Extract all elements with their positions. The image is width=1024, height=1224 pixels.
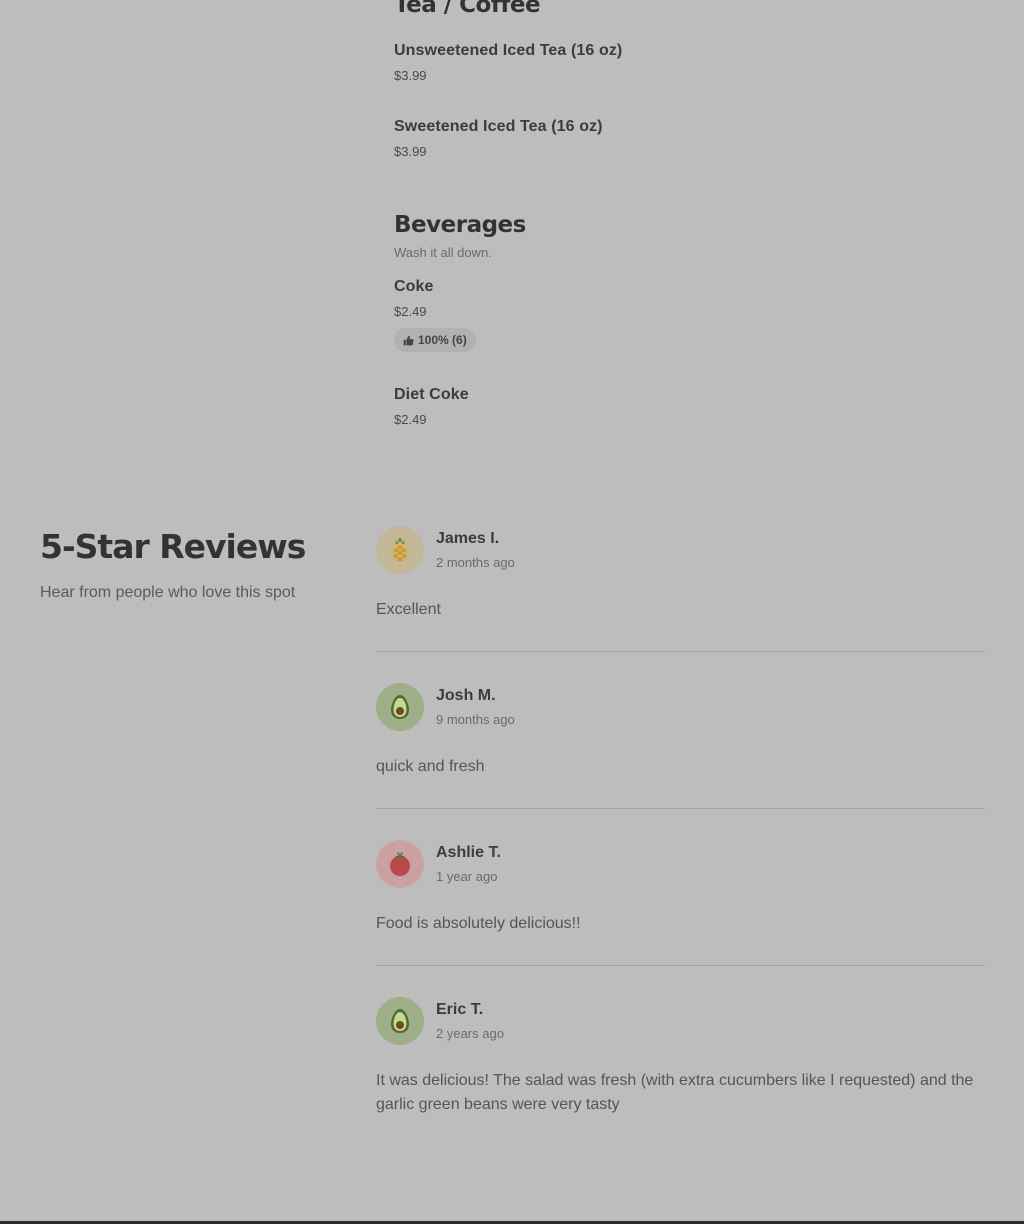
- menu-item-price: $2.49: [394, 412, 427, 427]
- section-subtitle-beverages: Wash it all down.: [394, 245, 492, 260]
- section-title-tea-coffee: Tea / Coffee: [394, 0, 541, 18]
- pineapple-icon: [393, 537, 407, 562]
- menu-item-unsweetened-iced-tea[interactable]: Unsweetened Iced Tea (16 oz) $3.99: [394, 42, 622, 83]
- review-time: 9 months ago: [436, 712, 515, 727]
- menu-item-coke[interactable]: Coke $2.49 100% (6): [394, 278, 476, 352]
- review-text: Excellent: [376, 601, 441, 618]
- menu-item-name: Diet Coke: [394, 386, 469, 403]
- menu-item-price: $2.49: [394, 304, 427, 319]
- menu-item-price: $3.99: [394, 68, 427, 83]
- review-time: 2 months ago: [436, 555, 515, 570]
- menu-item-name: Sweetened Iced Tea (16 oz): [394, 118, 603, 135]
- avatar: [376, 526, 424, 574]
- review-card: Ashlie T. 1 year ago Food is absolutely …: [376, 840, 985, 936]
- review-time: 2 years ago: [436, 1026, 504, 1041]
- avatar: [376, 997, 424, 1045]
- rating-badge: 100% (6): [394, 328, 476, 352]
- rating-text: 100% (6): [418, 333, 467, 347]
- review-text: quick and fresh: [376, 758, 485, 775]
- avatar: [376, 683, 424, 731]
- avocado-icon: [391, 695, 409, 719]
- reviews-header: 5-Star Reviews Hear from people who love…: [40, 527, 306, 602]
- divider: [376, 808, 985, 809]
- avocado-icon: [391, 1009, 409, 1033]
- review-card: Eric T. 2 years ago It was delicious! Th…: [376, 997, 985, 1117]
- reviewer-name: Eric T.: [436, 1001, 484, 1018]
- section-title-beverages: Beverages: [394, 212, 526, 238]
- menu-item-price: $3.99: [394, 144, 427, 159]
- review-card: James I. 2 months ago Excellent: [376, 526, 985, 622]
- menu-item-sweetened-iced-tea[interactable]: Sweetened Iced Tea (16 oz) $3.99: [394, 118, 603, 159]
- divider: [376, 965, 985, 966]
- review-time: 1 year ago: [436, 869, 498, 884]
- tomato-icon: [390, 852, 410, 876]
- reviewer-name: Josh M.: [436, 687, 496, 704]
- reviewer-name: James I.: [436, 530, 500, 547]
- review-text: Food is absolutely delicious!!: [376, 915, 581, 932]
- reviews-subtitle: Hear from people who love this spot: [40, 584, 296, 601]
- menu-item-name: Coke: [394, 278, 434, 295]
- thumbs-up-icon: [403, 335, 414, 345]
- menu-item-name: Unsweetened Iced Tea (16 oz): [394, 42, 623, 59]
- menu-item-diet-coke[interactable]: Diet Coke $2.49: [394, 386, 469, 427]
- review-card: Josh M. 9 months ago quick and fresh: [376, 683, 985, 779]
- review-text: It was delicious! The salad was fresh (w…: [376, 1072, 974, 1113]
- reviews-title: 5-Star Reviews: [40, 527, 306, 566]
- reviewer-name: Ashlie T.: [436, 844, 501, 861]
- divider: [376, 651, 985, 652]
- avatar: [376, 840, 424, 888]
